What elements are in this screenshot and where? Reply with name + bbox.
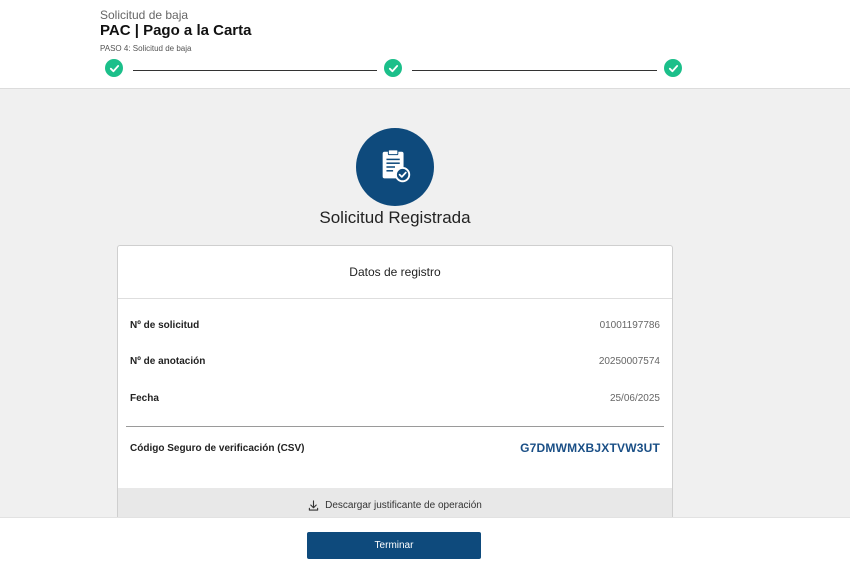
step-connector-1	[133, 70, 377, 71]
confirmation-title: Solicitud Registrada	[319, 208, 471, 227]
step-connector-2	[412, 70, 657, 71]
row-value: 01001197786	[599, 320, 660, 331]
row-value: 20250007574	[598, 356, 660, 367]
step-1-check-icon	[105, 59, 123, 77]
registration-card: Datos de registro Nº de solicitud 010011…	[117, 245, 673, 535]
card-divider	[126, 426, 664, 427]
csv-value: G7DMWMXBJXTVW3UT	[520, 441, 660, 455]
document-check-icon	[356, 128, 434, 206]
row-label: Nº de solicitud	[130, 320, 200, 331]
row-label: Fecha	[130, 393, 159, 404]
row-label: Nº de anotación	[130, 356, 206, 367]
card-title: Datos de registro	[118, 246, 672, 299]
step-caption: PASO 4: Solicitud de baja	[100, 44, 192, 53]
step-3-check-icon	[664, 59, 682, 77]
page-footer: Terminar	[0, 517, 850, 570]
row-value: 25/06/2025	[609, 393, 660, 404]
page-title: PAC | Pago a la Carta	[100, 22, 252, 39]
step-2-check-icon	[384, 59, 402, 77]
header-pre-title: Solicitud de baja	[100, 8, 189, 22]
finish-button[interactable]: Terminar	[307, 532, 481, 559]
download-label: Descargar justificante de operación	[325, 499, 482, 511]
download-icon	[308, 499, 319, 511]
page-header: Solicitud de baja PAC | Pago a la Carta …	[0, 0, 850, 89]
csv-label: Código Seguro de verificación (CSV)	[130, 443, 305, 454]
